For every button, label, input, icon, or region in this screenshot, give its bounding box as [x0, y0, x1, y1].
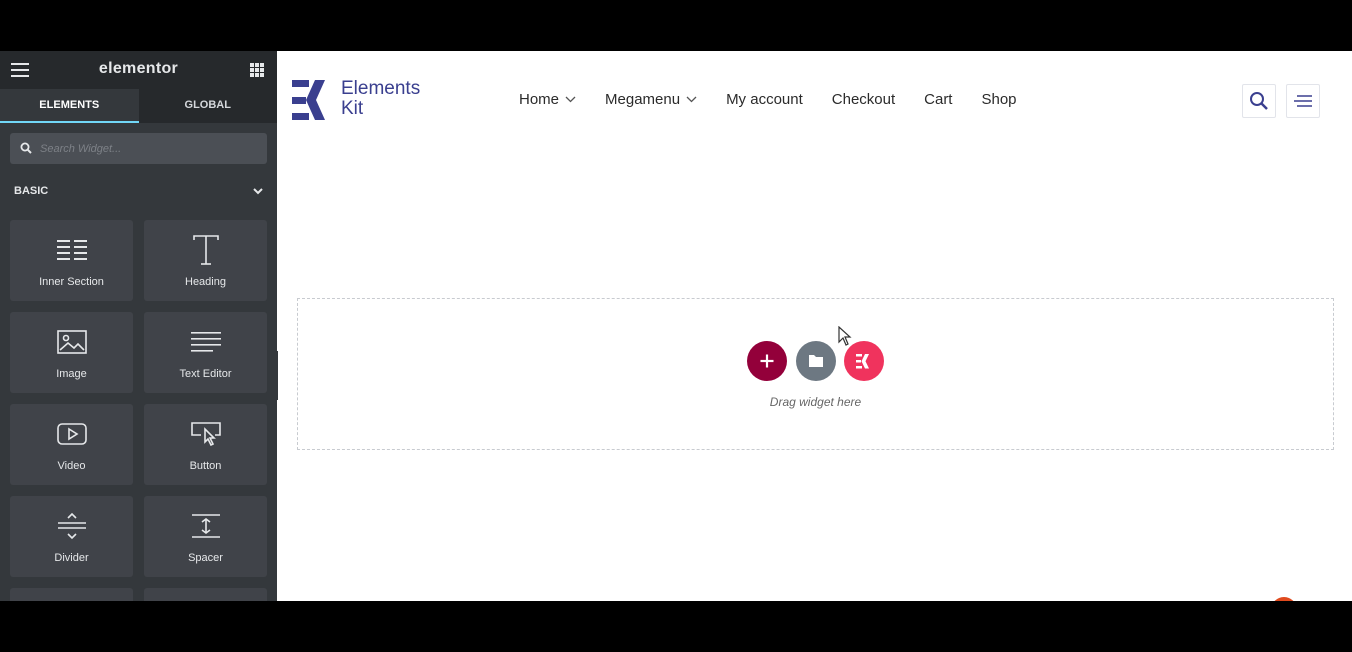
logo-line-1: Elements: [341, 78, 421, 99]
page-preview: Elements Kit Home Megamenu My account Ch…: [278, 51, 1352, 601]
tab-global[interactable]: GLOBAL: [138, 89, 277, 123]
main-nav: Home Megamenu My account Checkout Cart S…: [519, 91, 1046, 108]
divider-icon: [57, 512, 86, 540]
chevron-down-icon: [565, 96, 576, 103]
widget-label: Heading: [185, 276, 226, 288]
widget-heading[interactable]: Heading: [144, 220, 267, 301]
category-label: BASIC: [14, 185, 49, 197]
widget-text-editor[interactable]: Text Editor: [144, 312, 267, 393]
offcanvas-menu-button[interactable]: [1286, 84, 1320, 118]
button-icon: [190, 422, 221, 446]
nav-my-account[interactable]: My account: [726, 91, 803, 108]
add-new-section-button[interactable]: [747, 341, 787, 381]
panel-tabs: ELEMENTS GLOBAL: [0, 89, 277, 123]
search-icon: [1250, 92, 1268, 110]
heading-icon: [192, 235, 219, 265]
editor-window: elementor ELEMENTS GLOBAL BASIC Inner Se…: [0, 51, 1352, 601]
category-basic[interactable]: BASIC: [14, 185, 264, 201]
nav-home[interactable]: Home: [519, 91, 576, 108]
video-icon: [56, 423, 87, 445]
widget-label: Image: [56, 368, 87, 380]
image-icon: [56, 330, 87, 354]
add-template-button[interactable]: [796, 341, 836, 381]
drag-widget-hint: Drag widget here: [769, 395, 862, 409]
chevron-down-icon: [253, 188, 263, 195]
widget-search: [10, 133, 267, 164]
text-editor-icon: [190, 332, 221, 352]
widget-video[interactable]: Video: [10, 404, 133, 485]
nav-megamenu[interactable]: Megamenu: [605, 91, 697, 108]
widget-label: Spacer: [188, 552, 223, 564]
widget-partial[interactable]: [144, 588, 267, 601]
widget-label: Video: [57, 460, 86, 472]
folder-icon: [809, 355, 823, 367]
search-icon: [20, 142, 32, 154]
logo-line-2: Kit: [341, 98, 364, 119]
widget-image[interactable]: Image: [10, 312, 133, 393]
elementor-panel: elementor ELEMENTS GLOBAL BASIC Inner Se…: [0, 51, 277, 601]
chevron-down-icon: [686, 96, 697, 103]
elementskit-logo-icon: [292, 80, 325, 120]
widget-partial[interactable]: [10, 588, 133, 601]
elementor-brand: elementor: [98, 60, 179, 77]
widget-label: Button: [189, 460, 222, 472]
apps-grid-icon[interactable]: [250, 63, 264, 77]
mouse-cursor-icon: [838, 326, 852, 346]
nav-shop[interactable]: Shop: [981, 91, 1016, 108]
nav-checkout[interactable]: Checkout: [832, 91, 895, 108]
widget-label: Inner Section: [39, 276, 104, 288]
search-button[interactable]: [1242, 84, 1276, 118]
search-widget-input[interactable]: [40, 133, 260, 164]
hamburger-icon: [1294, 95, 1312, 107]
widget-inner-section[interactable]: Inner Section: [10, 220, 133, 301]
logo-text: Elements Kit: [341, 79, 420, 119]
elementskit-library-button[interactable]: [844, 341, 884, 381]
nav-label: Megamenu: [605, 91, 681, 108]
widget-spacer[interactable]: Spacer: [144, 496, 267, 577]
elementskit-icon: [856, 354, 869, 369]
nav-label: Home: [519, 91, 560, 108]
widget-divider[interactable]: Divider: [10, 496, 133, 577]
tab-elements[interactable]: ELEMENTS: [0, 89, 139, 123]
nav-cart[interactable]: Cart: [924, 91, 952, 108]
widget-label: Divider: [54, 552, 89, 564]
panel-header: elementor: [0, 51, 277, 89]
widget-label: Text Editor: [179, 368, 232, 380]
spacer-icon: [191, 514, 220, 538]
empty-section-dropzone[interactable]: Drag widget here: [297, 298, 1334, 450]
help-bubble[interactable]: [1271, 597, 1297, 601]
widget-button[interactable]: Button: [144, 404, 267, 485]
plus-icon: [760, 354, 774, 368]
inner-section-icon: [56, 240, 87, 260]
